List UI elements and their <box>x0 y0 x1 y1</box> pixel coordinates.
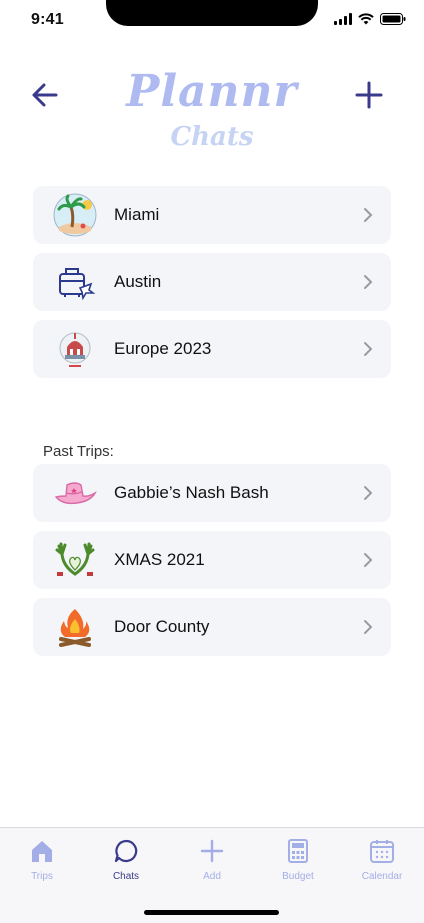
wifi-icon <box>358 13 374 25</box>
tab-label: Add <box>203 871 221 882</box>
chevron-right-icon <box>364 486 373 500</box>
chevron-right-icon <box>364 342 373 356</box>
past-chats-list: Gabbie’s Nash Bash XMAS 2021 Door County <box>33 464 391 665</box>
tab-label: Chats <box>112 871 140 882</box>
tab-label: Calendar <box>361 871 403 882</box>
tab-add[interactable]: Add <box>170 838 254 890</box>
chat-row-label: Door County <box>114 617 210 636</box>
chevron-right-icon <box>364 275 373 289</box>
chevron-right-icon <box>364 620 373 634</box>
battery-icon <box>380 13 406 25</box>
plus-icon <box>355 81 383 109</box>
device-notch <box>106 0 318 26</box>
header: Plannr Chats <box>0 60 424 160</box>
calendar-icon <box>370 840 394 863</box>
luggage-icon <box>53 260 97 304</box>
grinch-hands-icon <box>53 538 97 582</box>
chat-row-label: Austin <box>114 272 162 291</box>
current-chats-list: Miami Austin Europe 2023 <box>33 186 391 387</box>
home-icon <box>32 841 52 862</box>
status-bar: 9:41 <box>0 0 424 44</box>
chat-row-door-county[interactable]: Door County <box>33 598 391 656</box>
chat-row-europe-2023[interactable]: Europe 2023 <box>33 320 391 378</box>
campfire-icon <box>53 605 97 649</box>
europe-landmark-icon <box>53 327 97 371</box>
cellular-signal-icon <box>334 13 352 25</box>
chat-row-miami[interactable]: Miami <box>33 186 391 244</box>
chat-row-austin[interactable]: Austin <box>33 253 391 311</box>
tab-label: Trips <box>31 871 53 882</box>
tab-trips[interactable]: Trips <box>0 838 84 890</box>
add-button[interactable] <box>352 78 386 112</box>
tab-bar: Trips Chats Add Budget Calendar <box>0 827 424 923</box>
past-trips-heading: Past Trips: <box>43 443 114 460</box>
chat-row-label: Gabbie’s Nash Bash <box>114 483 269 502</box>
status-icons <box>334 13 406 25</box>
palm-tree-icon <box>53 193 97 237</box>
status-time: 9:41 <box>31 11 64 28</box>
chat-row-label: XMAS 2021 <box>114 550 205 569</box>
cowboy-hat-icon <box>53 471 97 515</box>
chat-row-label: Europe 2023 <box>114 339 212 358</box>
chat-icon <box>114 839 138 863</box>
tab-label: Budget <box>282 871 314 882</box>
calculator-icon <box>288 839 308 863</box>
chevron-right-icon <box>364 553 373 567</box>
chat-row-label: Miami <box>114 205 160 224</box>
chevron-right-icon <box>364 208 373 222</box>
tab-budget[interactable]: Budget <box>256 838 340 890</box>
page-title: Chats <box>170 122 254 152</box>
tab-chats[interactable]: Chats <box>84 838 168 890</box>
tab-calendar[interactable]: Calendar <box>340 838 424 890</box>
chat-row-gabbies-nash-bash[interactable]: Gabbie’s Nash Bash <box>33 464 391 522</box>
home-indicator <box>144 910 279 915</box>
plus-icon <box>200 839 224 863</box>
chat-row-xmas-2021[interactable]: XMAS 2021 <box>33 531 391 589</box>
